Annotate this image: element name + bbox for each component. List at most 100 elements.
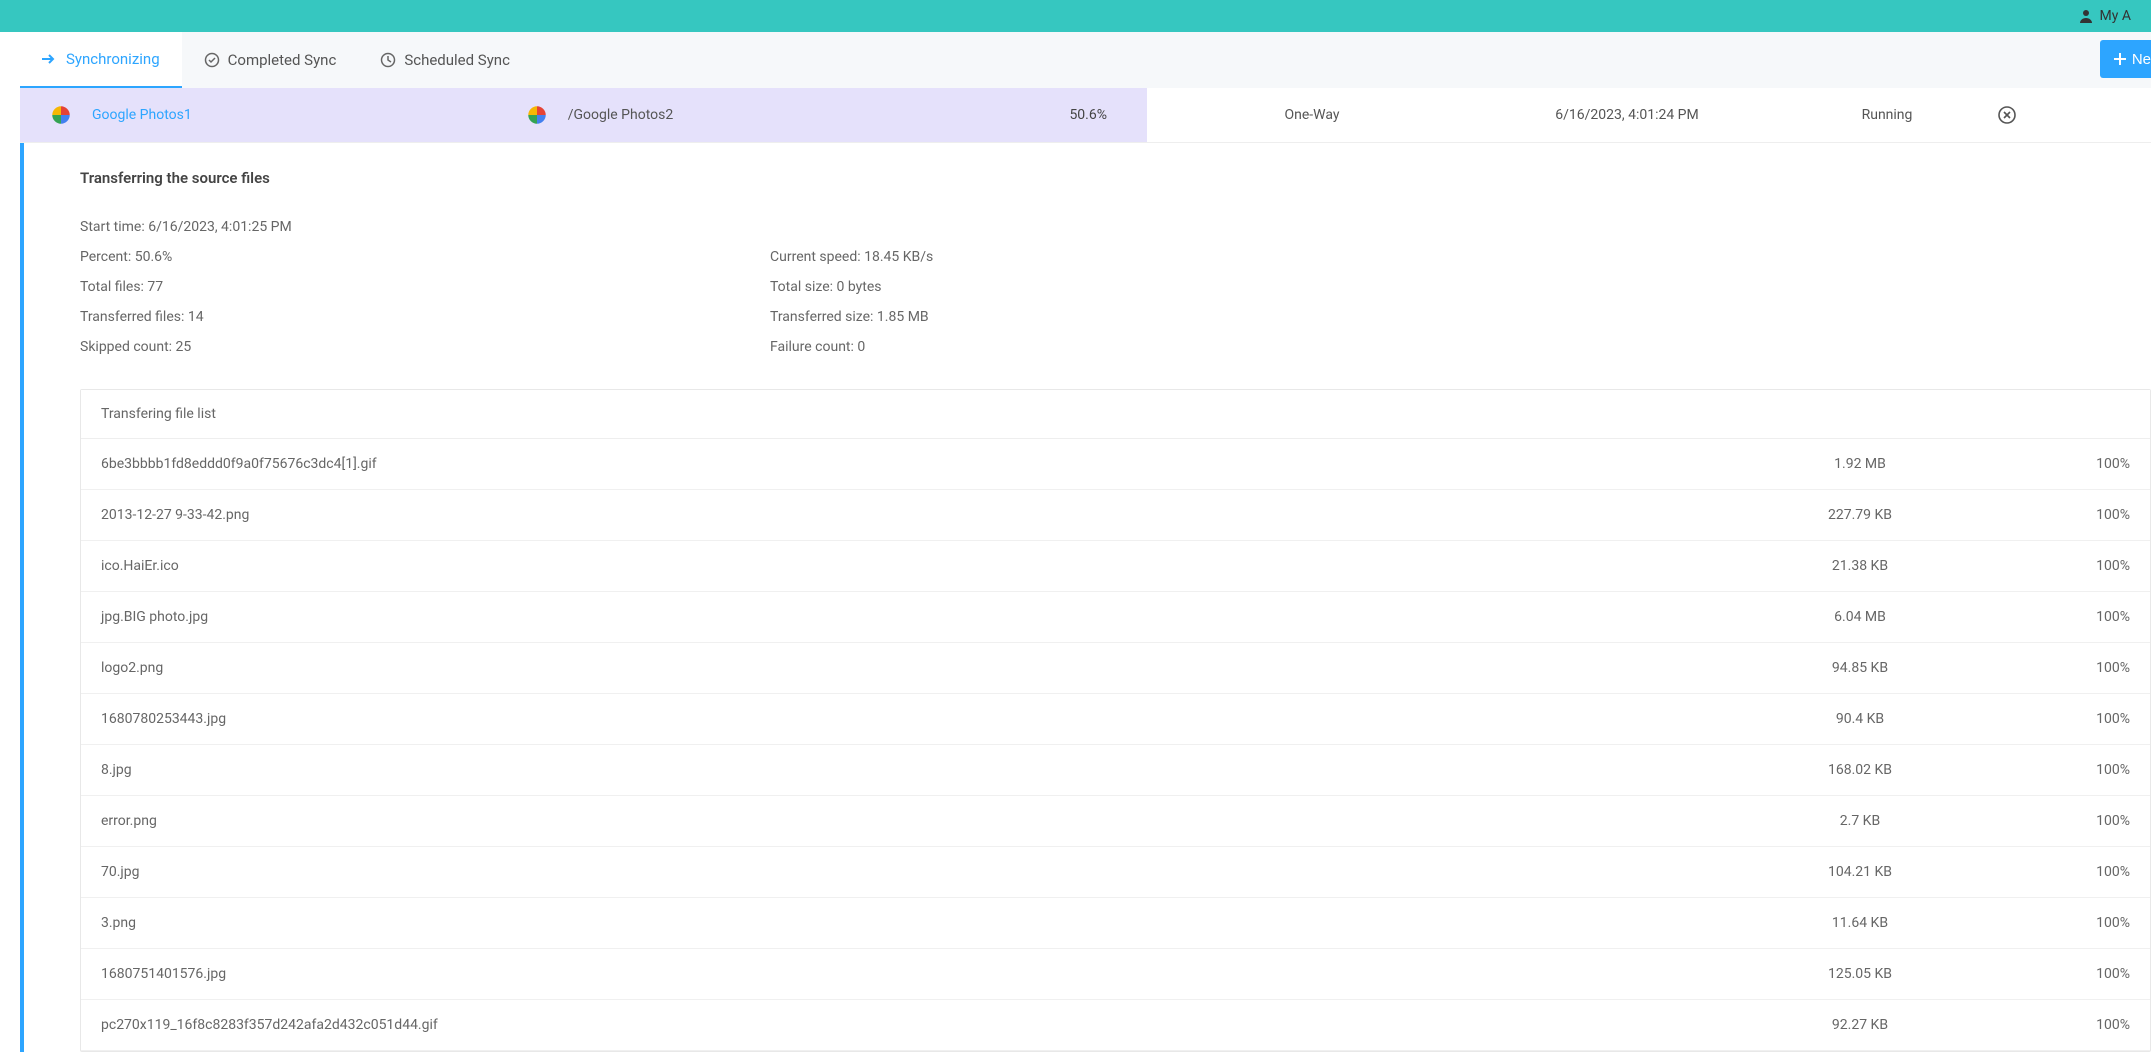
- file-row: 2013-12-27 9-33-42.png227.79 KB100%: [81, 490, 2150, 541]
- start-time-row: Start time: 6/16/2023, 4:01:25 PM: [80, 219, 770, 235]
- total-size-label: Total size:: [770, 279, 837, 295]
- skipped-count-row: Skipped count: 25: [80, 339, 770, 355]
- skipped-count-label: Skipped count:: [80, 339, 176, 355]
- cancel-icon[interactable]: [1997, 105, 2067, 125]
- file-name: logo2.png: [101, 660, 1730, 676]
- total-size-value: 0 bytes: [837, 279, 882, 295]
- new-task-label: Ne: [2132, 51, 2151, 68]
- task-progress-bg: Google Photos1 /Google Photos2 50.6%: [20, 88, 1147, 142]
- total-files-label: Total files:: [80, 279, 147, 295]
- transferred-files-value: 14: [188, 309, 204, 325]
- file-size: 2.7 KB: [1730, 813, 1990, 829]
- file-size: 21.38 KB: [1730, 558, 1990, 574]
- file-row: logo2.png94.85 KB100%: [81, 643, 2150, 694]
- topbar: My A: [0, 0, 2151, 32]
- file-row: 70.jpg104.21 KB100%: [81, 847, 2150, 898]
- file-percent: 100%: [1990, 456, 2130, 472]
- percent-value: 50.6%: [135, 249, 173, 265]
- file-percent: 100%: [1990, 609, 2130, 625]
- total-size-row: Total size: 0 bytes: [770, 279, 1460, 295]
- percent-label: Percent:: [80, 249, 135, 265]
- file-name: 8.jpg: [101, 762, 1730, 778]
- tab-completed-sync[interactable]: Completed Sync: [182, 32, 359, 88]
- source-block: Google Photos1: [46, 100, 192, 130]
- file-percent: 100%: [1990, 558, 2130, 574]
- start-time-label: Start time:: [80, 219, 148, 235]
- file-row: 1680751401576.jpg125.05 KB100%: [81, 949, 2150, 1000]
- file-row: error.png2.7 KB100%: [81, 796, 2150, 847]
- file-name: 1680780253443.jpg: [101, 711, 1730, 727]
- file-row: pc270x119_16f8c8283f357d242afa2d432c051d…: [81, 1000, 2150, 1051]
- file-row: 6be3bbbb1fd8eddd0f9a0f75676c3dc4[1].gif1…: [81, 439, 2150, 490]
- user-icon: [2078, 8, 2094, 24]
- failure-count-row: Failure count: 0: [770, 339, 1460, 355]
- task-percent: 50.6%: [1069, 107, 1107, 123]
- tab-label: Synchronizing: [66, 50, 160, 68]
- file-percent: 100%: [1990, 915, 2130, 931]
- file-name: 6be3bbbb1fd8eddd0f9a0f75676c3dc4[1].gif: [101, 456, 1730, 472]
- file-percent: 100%: [1990, 711, 2130, 727]
- google-photos-icon: [46, 100, 76, 130]
- clock-icon: [380, 52, 396, 68]
- current-speed-value: 18.45 KB/s: [864, 249, 933, 265]
- percent-row: Percent: 50.6%: [80, 249, 770, 265]
- file-row: 8.jpg168.02 KB100%: [81, 745, 2150, 796]
- file-row: ico.HaiEr.ico21.38 KB100%: [81, 541, 2150, 592]
- sync-arrow-icon: [42, 52, 58, 66]
- current-speed-label: Current speed:: [770, 249, 864, 265]
- tab-synchronizing[interactable]: Synchronizing: [20, 32, 182, 88]
- account-label[interactable]: My A: [2100, 8, 2131, 24]
- file-percent: 100%: [1990, 864, 2130, 880]
- file-list: Transfering file list 6be3bbbb1fd8eddd0f…: [80, 389, 2151, 1052]
- file-size: 104.21 KB: [1730, 864, 1990, 880]
- file-percent: 100%: [1990, 507, 2130, 523]
- task-status: Running: [1777, 107, 1997, 123]
- dest-block: /Google Photos2: [522, 100, 674, 130]
- file-row: jpg.BIG photo.jpg6.04 MB100%: [81, 592, 2150, 643]
- transferred-size-value: 1.85 MB: [877, 309, 929, 325]
- task-row[interactable]: Google Photos1 /Google Photos2 50.6%: [20, 88, 2151, 143]
- file-list-header: Transfering file list: [81, 390, 2150, 439]
- total-files-row: Total files: 77: [80, 279, 770, 295]
- task-timestamp: 6/16/2023, 4:01:24 PM: [1477, 107, 1777, 123]
- file-percent: 100%: [1990, 966, 2130, 982]
- file-percent: 100%: [1990, 762, 2130, 778]
- file-percent: 100%: [1990, 813, 2130, 829]
- tab-label: Scheduled Sync: [404, 51, 510, 69]
- file-size: 1.92 MB: [1730, 456, 1990, 472]
- file-size: 6.04 MB: [1730, 609, 1990, 625]
- transferred-files-row: Transferred files: 14: [80, 309, 770, 325]
- total-files-value: 77: [147, 279, 163, 295]
- details-title: Transferring the source files: [80, 169, 2151, 187]
- tab-label: Completed Sync: [228, 51, 337, 69]
- stats-col-left: Start time: 6/16/2023, 4:01:25 PM Percen…: [80, 219, 770, 355]
- current-speed-row: Current speed: 18.45 KB/s: [770, 249, 1460, 265]
- plus-icon: [2114, 53, 2126, 65]
- file-size: 90.4 KB: [1730, 711, 1990, 727]
- file-row: 1680780253443.jpg90.4 KB100%: [81, 694, 2150, 745]
- source-label: Google Photos1: [92, 107, 192, 123]
- stats-col-right: . Current speed: 18.45 KB/s Total size: …: [770, 219, 1460, 355]
- file-percent: 100%: [1990, 660, 2130, 676]
- left-rail: [0, 32, 20, 1064]
- file-name: jpg.BIG photo.jpg: [101, 609, 1730, 625]
- new-task-button[interactable]: Ne: [2100, 40, 2151, 78]
- file-size: 92.27 KB: [1730, 1017, 1990, 1033]
- file-size: 125.05 KB: [1730, 966, 1990, 982]
- file-name: 1680751401576.jpg: [101, 966, 1730, 982]
- file-name: ico.HaiEr.ico: [101, 558, 1730, 574]
- transferred-files-label: Transferred files:: [80, 309, 188, 325]
- file-name: 3.png: [101, 915, 1730, 931]
- google-photos-icon: [522, 100, 552, 130]
- file-name: 2013-12-27 9-33-42.png: [101, 507, 1730, 523]
- task-mode: One-Way: [1147, 107, 1477, 123]
- tab-scheduled-sync[interactable]: Scheduled Sync: [358, 32, 532, 88]
- file-percent: 100%: [1990, 1017, 2130, 1033]
- file-size: 168.02 KB: [1730, 762, 1990, 778]
- failure-count-label: Failure count:: [770, 339, 857, 355]
- task-details: Transferring the source files Start time…: [20, 143, 2151, 1052]
- file-size: 94.85 KB: [1730, 660, 1990, 676]
- file-name: error.png: [101, 813, 1730, 829]
- start-time-value: 6/16/2023, 4:01:25 PM: [148, 219, 292, 235]
- dest-label: /Google Photos2: [568, 107, 674, 123]
